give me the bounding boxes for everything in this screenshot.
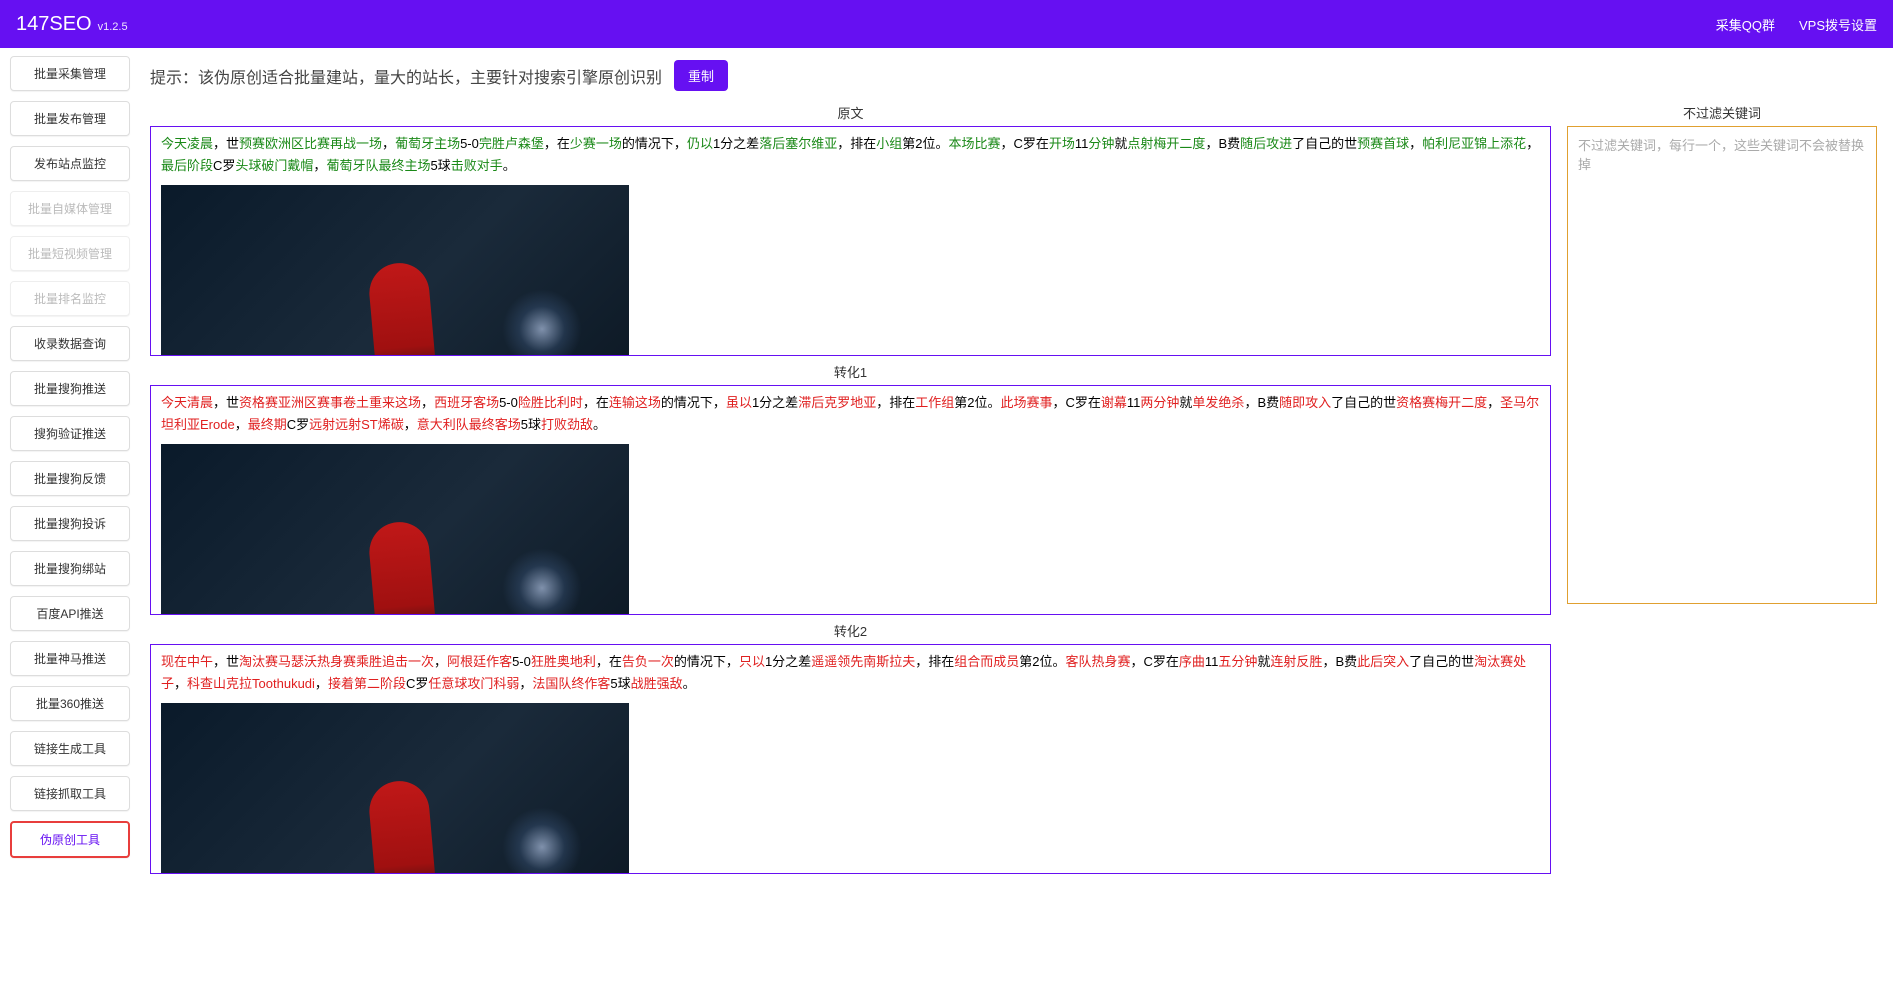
sidebar-item-16[interactable]: 链接抓取工具: [10, 776, 130, 811]
sidebar-item-4: 批量短视频管理: [10, 236, 130, 271]
panel-title-1: 转化1: [150, 362, 1551, 381]
panel-image-0: [161, 185, 629, 355]
panel-content-1[interactable]: 今天清晨，世资格赛亚洲区赛事卷土重来这场，西班牙客场5-0险胜比利时，在连输这场…: [151, 386, 1550, 614]
reset-button[interactable]: 重制: [674, 60, 728, 91]
app-title: 147SEO: [16, 13, 92, 36]
panel-text-2: 现在中午，世淘汰赛马瑟沃热身赛乘胜追击一次，阿根廷作客5-0狂胜奥地利，在告负一…: [161, 651, 1540, 695]
header-link-0[interactable]: 采集QQ群: [1716, 15, 1775, 34]
sidebar-item-12[interactable]: 百度API推送: [10, 596, 130, 631]
sidebar-item-8[interactable]: 搜狗验证推送: [10, 416, 130, 451]
tip-text: 提示：该伪原创适合批量建站，量大的站长，主要针对搜索引擎原创识别: [150, 64, 662, 88]
sidebar-item-9[interactable]: 批量搜狗反馈: [10, 461, 130, 496]
header-link-1[interactable]: VPS拨号设置: [1799, 15, 1877, 34]
sidebar-item-15[interactable]: 链接生成工具: [10, 731, 130, 766]
panel-box-0: 今天凌晨，世预赛欧洲区比赛再战一场，葡萄牙主场5-0完胜卢森堡，在少赛一场的情况…: [150, 126, 1551, 356]
panel-text-1: 今天清晨，世资格赛亚洲区赛事卷土重来这场，西班牙客场5-0险胜比利时，在连输这场…: [161, 392, 1540, 436]
filter-keywords-box[interactable]: 不过滤关键词，每行一个，这些关键词不会被替换掉: [1567, 126, 1877, 604]
filter-placeholder: 不过滤关键词，每行一个，这些关键词不会被替换掉: [1568, 127, 1876, 181]
panel-title-2: 转化2: [150, 621, 1551, 640]
panels-column: 原文今天凌晨，世预赛欧洲区比赛再战一场，葡萄牙主场5-0完胜卢森堡，在少赛一场的…: [150, 99, 1551, 880]
app-header: 147SEO v1.2.5 采集QQ群 VPS拨号设置: [0, 0, 1893, 48]
sidebar-item-5: 批量排名监控: [10, 281, 130, 316]
sidebar-item-3: 批量自媒体管理: [10, 191, 130, 226]
panel-content-2[interactable]: 现在中午，世淘汰赛马瑟沃热身赛乘胜追击一次，阿根廷作客5-0狂胜奥地利，在告负一…: [151, 645, 1550, 873]
sidebar-item-17[interactable]: 伪原创工具: [10, 821, 130, 858]
sidebar: 批量采集管理批量发布管理发布站点监控批量自媒体管理批量短视频管理批量排名监控收录…: [0, 48, 140, 892]
panel-box-1: 今天清晨，世资格赛亚洲区赛事卷土重来这场，西班牙客场5-0险胜比利时，在连输这场…: [150, 385, 1551, 615]
sidebar-item-2[interactable]: 发布站点监控: [10, 146, 130, 181]
sidebar-item-7[interactable]: 批量搜狗推送: [10, 371, 130, 406]
filter-title: 不过滤关键词: [1567, 103, 1877, 122]
sidebar-item-13[interactable]: 批量神马推送: [10, 641, 130, 676]
header-links: 采集QQ群 VPS拨号设置: [1716, 15, 1877, 34]
sidebar-item-14[interactable]: 批量360推送: [10, 686, 130, 721]
panel-image-1: [161, 444, 629, 614]
sidebar-item-6[interactable]: 收录数据查询: [10, 326, 130, 361]
panel-box-2: 现在中午，世淘汰赛马瑟沃热身赛乘胜追击一次，阿根廷作客5-0狂胜奥地利，在告负一…: [150, 644, 1551, 874]
main-content: 提示：该伪原创适合批量建站，量大的站长，主要针对搜索引擎原创识别 重制 原文今天…: [140, 48, 1893, 892]
panel-text-0: 今天凌晨，世预赛欧洲区比赛再战一场，葡萄牙主场5-0完胜卢森堡，在少赛一场的情况…: [161, 133, 1540, 177]
app-version: v1.2.5: [98, 21, 128, 33]
sidebar-item-11[interactable]: 批量搜狗绑站: [10, 551, 130, 586]
panel-content-0[interactable]: 今天凌晨，世预赛欧洲区比赛再战一场，葡萄牙主场5-0完胜卢森堡，在少赛一场的情况…: [151, 127, 1550, 355]
sidebar-item-10[interactable]: 批量搜狗投诉: [10, 506, 130, 541]
sidebar-item-0[interactable]: 批量采集管理: [10, 56, 130, 91]
sidebar-item-1[interactable]: 批量发布管理: [10, 101, 130, 136]
panel-title-0: 原文: [150, 103, 1551, 122]
panel-image-2: [161, 703, 629, 873]
